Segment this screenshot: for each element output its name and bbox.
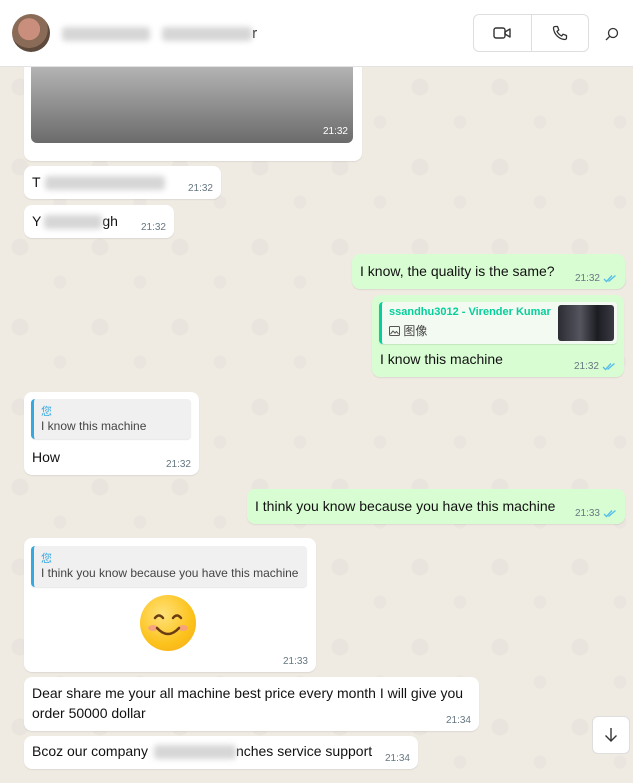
arrow-down-icon [605,728,617,742]
message-bubble[interactable]: I know, the quality is the same? 21:32 [352,254,625,289]
search-icon [605,27,619,41]
quote-author: ssandhu3012 - Virender Kumar [389,306,551,318]
quote-text: I think you know because you have this m… [41,566,299,580]
message-bubble[interactable]: Ygh 21:32 [24,205,174,238]
message-time: 21:32 [322,126,348,137]
message-time: 21:32 [187,183,213,194]
smiling-face-emoji [140,595,196,651]
message-bubble[interactable]: Dear share me your all machine best pric… [24,677,479,731]
message-text: I think you know because you have this m… [255,498,556,514]
message-bubble[interactable]: Bcoz our company nches service support 21… [24,736,418,769]
message-text-line2: order 50000 dollar [32,705,146,721]
quote-author: 您 [41,553,52,565]
quote-text: I know this machine [41,419,147,433]
reply-message-bubble[interactable]: 您 I think you know because you have this… [24,538,316,672]
video-call-button[interactable] [474,15,531,51]
message-time: 21:33 [282,656,308,667]
chat-header: r [0,0,633,67]
contact-avatar[interactable] [12,14,50,52]
redacted-text [62,27,150,42]
call-buttons [473,14,589,52]
message-time: 21:34 [384,753,410,764]
quoted-message[interactable]: 您 I know this machine [31,399,191,439]
chat-area[interactable]: 21:32 T 21:32 Ygh 21:32 I know, the qual… [0,67,633,783]
redacted-text [153,745,236,760]
quote-author: 您 [41,406,52,418]
double-check-icon [603,510,616,518]
message-bubble[interactable]: I think you know because you have this m… [247,489,625,524]
message-time: 21:32 [574,273,600,284]
message-meta: 21:33 [575,508,617,519]
message-text-suffix: nches service support [235,743,373,759]
image-icon [389,326,400,336]
quoted-message[interactable]: ssandhu3012 - Virender Kumar 图像 [379,302,617,344]
double-check-icon [603,275,616,283]
message-time: 21:34 [445,715,471,726]
redacted-text [162,27,253,42]
scroll-to-bottom-button[interactable] [592,716,630,754]
image-preview[interactable] [31,67,353,143]
message-time: 21:33 [574,508,600,519]
emoji-face [148,614,188,636]
message-time: 21:32 [165,459,191,470]
message-text: I know, the quality is the same? [360,263,555,279]
voice-call-button[interactable] [530,15,589,51]
redacted-text [44,176,165,191]
contact-name[interactable]: r [62,25,257,42]
phone-icon [552,25,567,41]
message-meta: 21:32 [575,273,617,284]
double-check-icon [602,363,615,371]
reply-message-bubble[interactable]: 您 I know this machine How 21:32 [24,392,199,475]
message-text: T [32,174,41,190]
quote-thumbnail [558,305,614,341]
quoted-message[interactable]: 您 I think you know because you have this… [31,546,307,587]
message-time: 21:32 [573,361,599,372]
reply-message-bubble[interactable]: ssandhu3012 - Virender Kumar 图像 I know t… [372,295,624,377]
search-button[interactable] [600,22,624,46]
quote-text: 图像 [403,324,428,338]
video-camera-icon [493,27,511,39]
message-time: 21:32 [140,222,166,233]
message-text: Y [32,213,42,229]
message-text-line1: Dear share me your all machine best pric… [32,685,464,701]
message-text: Bcoz our company [32,743,148,759]
message-text-suffix: gh [102,213,118,229]
quote-meta: 图像 [389,322,427,339]
contact-name-suffix: r [252,25,258,42]
redacted-text [44,215,103,230]
message-bubble[interactable]: T 21:32 [24,166,221,199]
message-text: I know this machine [380,351,503,367]
image-message[interactable]: 21:32 [24,67,362,161]
message-text: How [32,449,61,465]
message-meta: 21:32 [574,361,616,372]
